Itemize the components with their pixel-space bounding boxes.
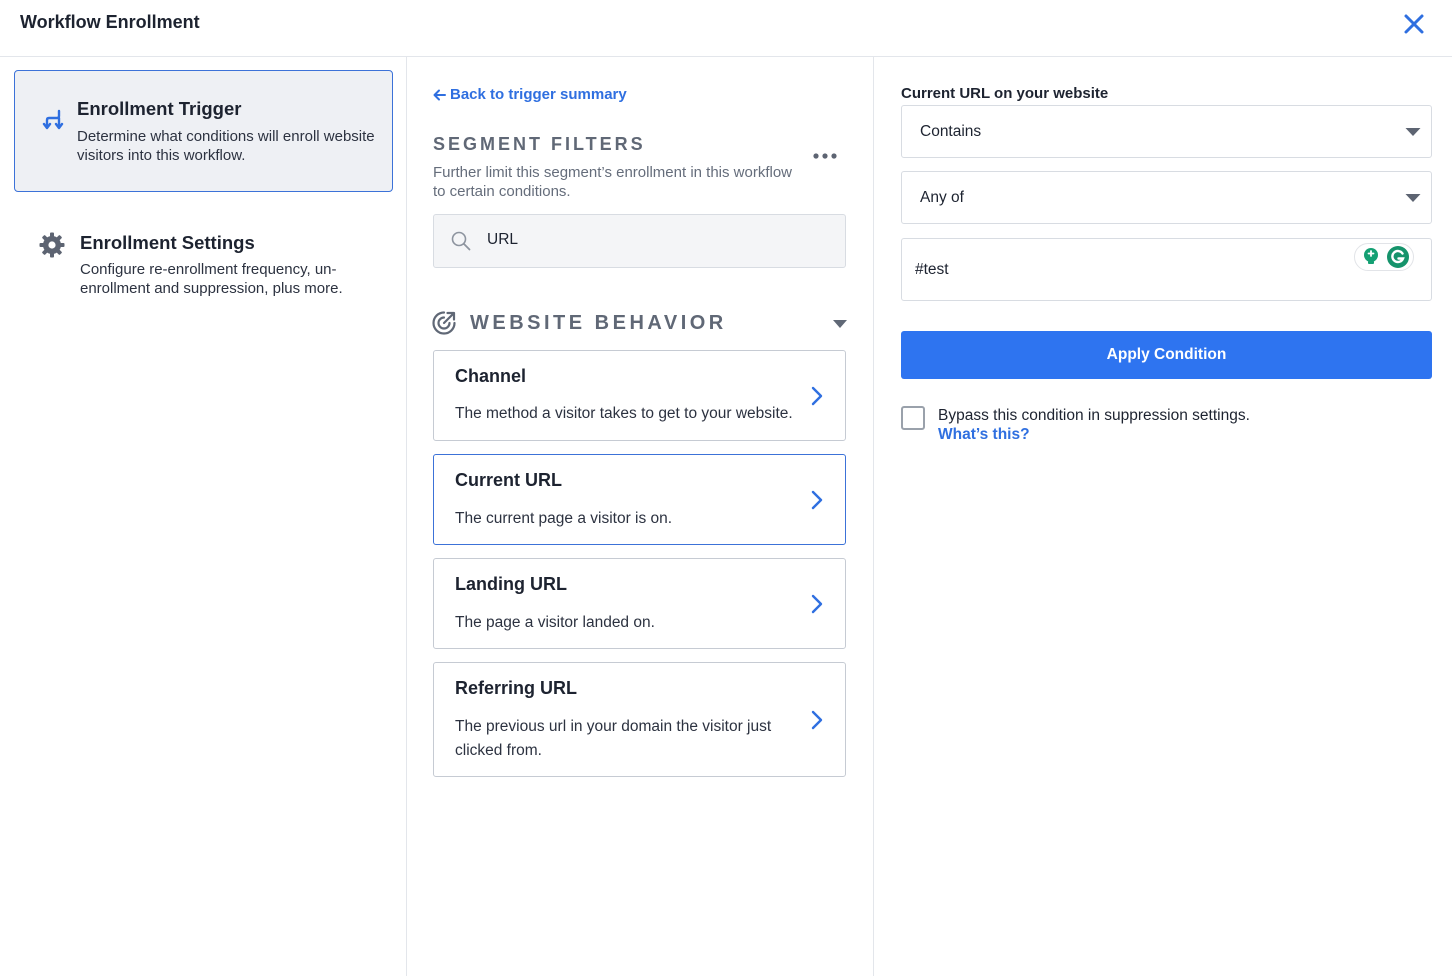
chevron-right-icon (811, 490, 823, 510)
filter-option-title: Landing URL (455, 574, 567, 594)
apply-condition-button[interactable]: Apply Condition (901, 331, 1432, 379)
segment-filters-heading: SEGMENT FILTERS (433, 134, 646, 154)
modal-header: Workflow Enrollment (0, 0, 1452, 57)
filter-option-channel[interactable]: Channel The method a visitor takes to ge… (433, 350, 846, 441)
filter-option-title: Referring URL (455, 678, 578, 698)
search-icon (451, 231, 471, 251)
match-mode-select[interactable]: Any of (901, 171, 1432, 224)
condition-value-input[interactable]: #test (901, 238, 1432, 301)
filter-option-title: Current URL (455, 470, 562, 490)
condition-editor: Current URL on your website Contains Any… (874, 57, 1452, 976)
bypass-suppression-checkbox[interactable] (901, 406, 925, 430)
back-to-trigger-summary-link[interactable]: Back to trigger summary (433, 86, 627, 103)
filter-search-input[interactable] (487, 231, 827, 249)
operator-select-value: Contains (920, 123, 982, 140)
filter-option-landing-url[interactable]: Landing URL The page a visitor landed on… (433, 558, 846, 649)
filter-option-description: The current page a visitor is on. (455, 510, 673, 527)
modal-title: Workflow Enrollment (20, 12, 200, 32)
close-icon (1404, 14, 1424, 34)
gear-icon (39, 232, 65, 258)
nav-enrollment-trigger[interactable]: Enrollment Trigger Determine what condit… (14, 70, 393, 192)
whats-this-link[interactable]: What’s this? (938, 426, 1030, 444)
operator-select[interactable]: Contains (901, 105, 1432, 158)
grammarly-icon (1387, 246, 1409, 268)
chevron-down-icon (1405, 128, 1421, 136)
chevron-right-icon (811, 594, 823, 614)
chevron-right-icon (811, 710, 823, 730)
more-horizontal-icon (813, 153, 837, 159)
branch-arrows-icon (42, 109, 64, 130)
chevron-down-icon (1405, 194, 1421, 202)
condition-value-text: #test (915, 261, 949, 278)
nav-item-description: Determine what conditions will enroll we… (77, 128, 375, 164)
back-link-label: Back to trigger summary (450, 86, 627, 103)
filter-option-referring-url[interactable]: Referring URL The previous url in your d… (433, 662, 846, 777)
website-behavior-heading: WEBSITE BEHAVIOR (470, 312, 727, 334)
nav-item-title: Enrollment Settings (80, 232, 255, 253)
filter-option-description: The method a visitor takes to get to you… (455, 405, 793, 422)
segment-filters-description: Further limit this segment’s enrollment … (433, 164, 793, 200)
lightbulb-icon (1364, 248, 1378, 264)
match-mode-select-value: Any of (920, 189, 964, 206)
condition-field-label: Current URL on your website (901, 85, 1109, 102)
arrow-left-icon (433, 89, 446, 100)
filter-option-description: The previous url in your domain the visi… (455, 718, 772, 759)
cursor-target-icon (432, 311, 456, 335)
enrollment-nav: Enrollment Trigger Determine what condit… (0, 57, 407, 976)
segment-filters-panel: Back to trigger summary SEGMENT FILTERS … (407, 57, 874, 976)
close-button[interactable] (1400, 10, 1428, 38)
filter-search-box[interactable] (433, 214, 846, 268)
grammarly-widget[interactable] (1354, 243, 1414, 271)
bypass-suppression-label: Bypass this condition in suppression set… (938, 407, 1250, 424)
more-options-button[interactable] (812, 147, 838, 165)
filter-option-description: The page a visitor landed on. (455, 614, 655, 631)
nav-item-description: Configure re-enrollment frequency, un-en… (80, 261, 343, 297)
nav-enrollment-settings[interactable]: Enrollment Settings Configure re-enrollm… (14, 217, 393, 317)
chevron-right-icon (811, 386, 823, 406)
filter-option-current-url[interactable]: Current URL The current page a visitor i… (433, 454, 846, 545)
collapse-caret-icon[interactable] (832, 319, 848, 329)
nav-item-title: Enrollment Trigger (77, 98, 242, 119)
filter-option-title: Channel (455, 366, 527, 386)
